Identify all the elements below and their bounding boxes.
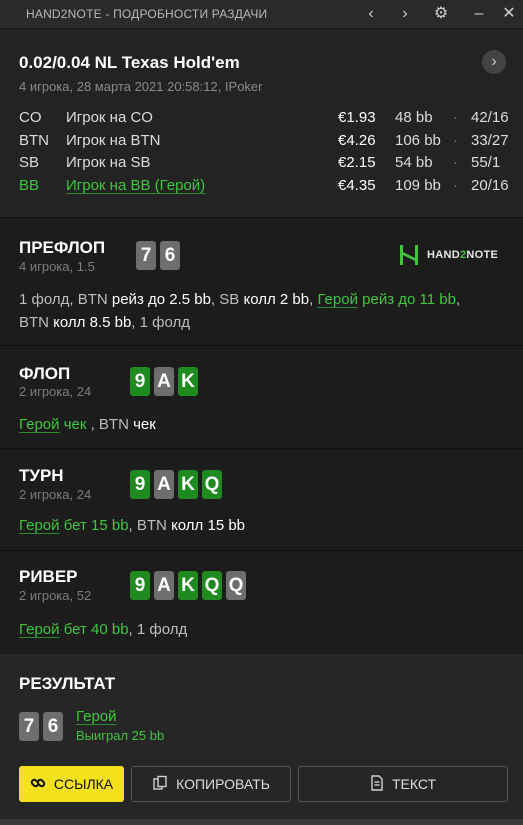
separator: ·	[453, 154, 458, 172]
player-stack: €2.15	[338, 154, 376, 172]
hand2note-logo-icon	[399, 244, 419, 266]
separator: ·	[453, 176, 458, 194]
card: A	[154, 470, 174, 499]
hero-cards: 7 6	[136, 241, 180, 270]
player-stack: €4.35	[338, 176, 376, 194]
card: K	[178, 470, 198, 499]
card: 6	[43, 712, 63, 741]
link-button-label: ССЫЛКА	[53, 776, 114, 792]
preflop-actions-line-2: BTN колл 8.5 bb, 1 фолд	[19, 314, 191, 331]
hero-link[interactable]: Герой	[19, 621, 60, 638]
board-cards: 9 A K Q Q	[130, 571, 246, 600]
text-button-label: ТЕКСТ	[391, 776, 437, 792]
result-title: РЕЗУЛЬТАТ	[19, 674, 116, 693]
card: 6	[160, 241, 180, 270]
hero-cards: 7 6	[19, 712, 63, 741]
card: Q	[202, 571, 222, 600]
street-subtitle: 2 игрока, 24	[19, 384, 92, 399]
player-row: CO Игрок на CO €1.93 48 bb · 42/16	[19, 109, 509, 132]
chevron-right-icon[interactable]: ›	[482, 50, 506, 74]
player-stack: €4.26	[338, 131, 376, 149]
card: K	[178, 367, 198, 396]
player-stats: 33/27	[471, 131, 509, 149]
link-icon	[30, 775, 46, 794]
link-button[interactable]: ССЫЛКА	[19, 766, 124, 802]
separator: ·	[453, 109, 458, 126]
card: 9	[130, 367, 150, 396]
card: A	[154, 367, 174, 396]
card: 7	[136, 241, 156, 270]
card: Q	[226, 571, 246, 600]
card: 9	[130, 571, 150, 600]
street-preflop: ПРЕФЛОП 4 игрока, 1.5 7 6 1 фолд, BTN ре…	[0, 218, 523, 346]
preflop-actions-line-1: 1 фолд, BTN рейз до 2.5 bb, SB колл 2 bb…	[19, 291, 461, 308]
player-position: BTN	[19, 131, 49, 149]
copy-button-label: КОПИРОВАТЬ	[176, 776, 270, 792]
hero-link[interactable]: Герой	[76, 708, 117, 725]
street-turn: ТУРН 2 игрока, 24 9 A K Q Герой бет 15 b…	[0, 450, 523, 551]
close-icon[interactable]: ✕	[498, 4, 520, 26]
player-stack-bb: 48 bb	[395, 109, 433, 126]
street-name: ПРЕФЛОП	[19, 238, 106, 257]
hero-link[interactable]: Герой	[19, 517, 60, 534]
card: Q	[202, 470, 222, 499]
river-actions: Герой бет 40 bb, 1 фолд	[19, 621, 188, 638]
player-name[interactable]: Игрок на SB	[66, 154, 150, 171]
player-position: BB	[19, 176, 40, 194]
minimize-icon[interactable]: –	[468, 4, 490, 26]
players-list: CO Игрок на CO €1.93 48 bb · 42/16 BTN И…	[19, 109, 509, 199]
player-row: BTN Игрок на BTN €4.26 106 bb · 33/27	[19, 132, 509, 155]
board-cards: 9 A K	[130, 367, 198, 396]
player-stats: 20/16	[471, 176, 509, 194]
player-position: CO	[19, 109, 42, 126]
separator: ·	[453, 131, 458, 149]
hero-link[interactable]: Герой	[317, 291, 358, 308]
card: A	[154, 571, 174, 600]
player-row-hero: BB Игрок на BB (Герой) €4.35 109 bb · 20…	[19, 177, 509, 200]
copy-icon	[152, 775, 168, 794]
copy-button[interactable]: КОПИРОВАТЬ	[131, 766, 291, 802]
window-title: HAND2NOTE - ПОДРОБНОСТИ РАЗДАЧИ	[26, 7, 268, 21]
card: K	[178, 571, 198, 600]
player-stats: 55/1	[471, 154, 501, 172]
hand2note-logo-text: HAND2NOTE	[427, 249, 499, 261]
street-name: РИВЕР	[19, 567, 78, 586]
player-position: SB	[19, 154, 40, 172]
street-river: РИВЕР 2 игрока, 52 9 A K Q Q Герой бет 4…	[0, 552, 523, 654]
player-stack: €1.93	[338, 109, 376, 126]
result-winnings: Выиграл 25 bb	[76, 728, 165, 743]
player-stack-bb: 54 bb	[395, 154, 433, 172]
street-subtitle: 4 игрока, 1.5	[19, 259, 95, 274]
title-bar: HAND2NOTE - ПОДРОБНОСТИ РАЗДАЧИ ‹ › ⚙ – …	[0, 0, 523, 29]
player-name[interactable]: Игрок на BB (Герой)	[66, 177, 205, 194]
bottom-strip	[0, 819, 523, 825]
text-button[interactable]: ТЕКСТ	[298, 766, 508, 802]
player-name[interactable]: Игрок на CO	[66, 109, 153, 126]
document-icon	[370, 774, 384, 794]
street-name: ФЛОП	[19, 364, 71, 383]
player-row: SB Игрок на SB €2.15 54 bb · 55/1	[19, 154, 509, 177]
hero-link[interactable]: Герой	[19, 416, 60, 433]
hand-title: 0.02/0.04 NL Texas Hold'em	[19, 53, 240, 72]
gear-icon[interactable]: ⚙	[430, 4, 452, 26]
card: 9	[130, 470, 150, 499]
flop-actions: Герой чек , BTN чек	[19, 416, 156, 433]
chevron-right-icon[interactable]: ›	[394, 4, 416, 26]
player-stack-bb: 109 bb	[395, 176, 441, 194]
hand-header: 0.02/0.04 NL Texas Hold'em 4 игрока, 28 …	[0, 29, 523, 218]
turn-actions: Герой бет 15 bb, BTN колл 15 bb	[19, 517, 246, 534]
street-flop: ФЛОП 2 игрока, 24 9 A K Герой чек , BTN …	[0, 347, 523, 449]
board-cards: 9 A K Q	[130, 470, 222, 499]
hand2note-logo: HAND2NOTE	[399, 244, 498, 266]
street-subtitle: 2 игрока, 52	[19, 588, 92, 603]
player-name[interactable]: Игрок на BTN	[66, 132, 160, 149]
result-section: РЕЗУЛЬТАТ 7 6 Герой Выиграл 25 bb ССЫЛКА…	[0, 654, 523, 825]
card: 7	[19, 712, 39, 741]
player-stats: 42/16	[471, 109, 509, 126]
street-subtitle: 2 игрока, 24	[19, 487, 92, 502]
hand-subtitle: 4 игрока, 28 марта 2021 20:58:12, IPoker	[19, 79, 263, 94]
player-stack-bb: 106 bb	[395, 131, 441, 149]
street-name: ТУРН	[19, 466, 64, 485]
chevron-left-icon[interactable]: ‹	[360, 4, 382, 26]
